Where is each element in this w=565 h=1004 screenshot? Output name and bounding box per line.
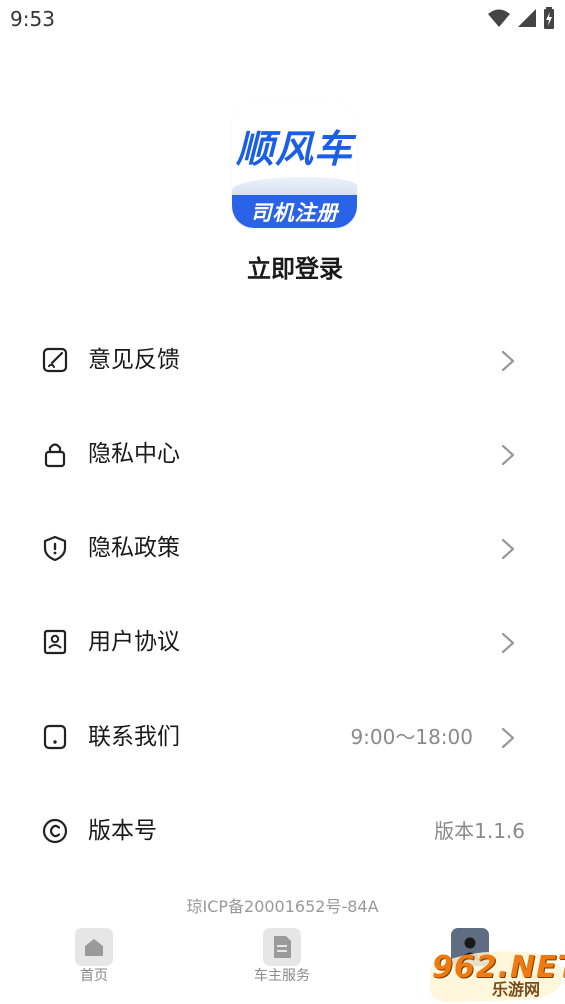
lock-icon xyxy=(44,443,66,468)
chevron-right-icon xyxy=(501,350,515,372)
chevron-right-icon xyxy=(501,727,515,749)
chevron-right-icon xyxy=(501,444,515,466)
tab-home[interactable]: 首页 xyxy=(24,925,164,1004)
phone-icon xyxy=(43,724,67,750)
logo-title: 顺风车 xyxy=(235,126,353,171)
menu-label: 隐私政策 xyxy=(88,535,180,561)
document-icon xyxy=(274,936,291,958)
status-time: 9:53 xyxy=(10,7,55,31)
chevron-right-icon xyxy=(501,632,515,654)
feedback-edit-icon xyxy=(42,347,68,373)
logo-subtitle: 司机注册 xyxy=(232,195,357,228)
menu-label: 隐私中心 xyxy=(88,441,180,467)
menu-item-user-agreement[interactable]: 用户协议 xyxy=(0,612,565,672)
contact-hours: 9:00～18:00 xyxy=(350,725,473,749)
app-logo[interactable]: 顺风车 司机注册 xyxy=(232,103,357,228)
menu-item-feedback[interactable]: 意见反馈 xyxy=(0,330,565,390)
user-agreement-icon xyxy=(43,629,67,655)
home-icon-box xyxy=(75,928,113,966)
tab-label-owner-services: 车主服务 xyxy=(254,968,310,984)
menu-label: 用户协议 xyxy=(88,629,180,655)
tab-owner-services[interactable]: 车主服务 xyxy=(212,925,352,1004)
login-button[interactable]: 立即登录 xyxy=(0,249,565,284)
status-icons xyxy=(487,7,555,29)
signal-icon xyxy=(518,9,536,27)
menu-label: 联系我们 xyxy=(88,724,180,750)
copyright-icon xyxy=(42,818,68,844)
icp-license: 琼ICP备20001652号-84A xyxy=(186,897,379,916)
home-icon xyxy=(85,939,103,956)
menu-item-privacy-center[interactable]: 隐私中心 xyxy=(0,424,565,484)
document-icon-box xyxy=(263,928,301,966)
menu-label: 意见反馈 xyxy=(88,347,180,373)
menu-item-version: 版本号 版本1.1.6 xyxy=(0,801,565,861)
menu-label: 版本号 xyxy=(88,818,157,844)
version-value: 版本1.1.6 xyxy=(434,819,525,843)
watermark-logo: 962.NET 乐游网 xyxy=(426,944,565,1004)
menu-item-privacy-policy[interactable]: 隐私政策 xyxy=(0,518,565,578)
chevron-right-icon xyxy=(501,538,515,560)
battery-icon xyxy=(544,7,554,29)
tab-label-home: 首页 xyxy=(80,968,108,984)
menu-item-contact-us[interactable]: 联系我们 9:00～18:00 xyxy=(0,707,565,767)
watermark-sub: 乐游网 xyxy=(492,980,541,999)
status-bar: 9:53 xyxy=(0,0,565,38)
shield-icon xyxy=(43,535,67,562)
wifi-icon xyxy=(488,9,510,27)
